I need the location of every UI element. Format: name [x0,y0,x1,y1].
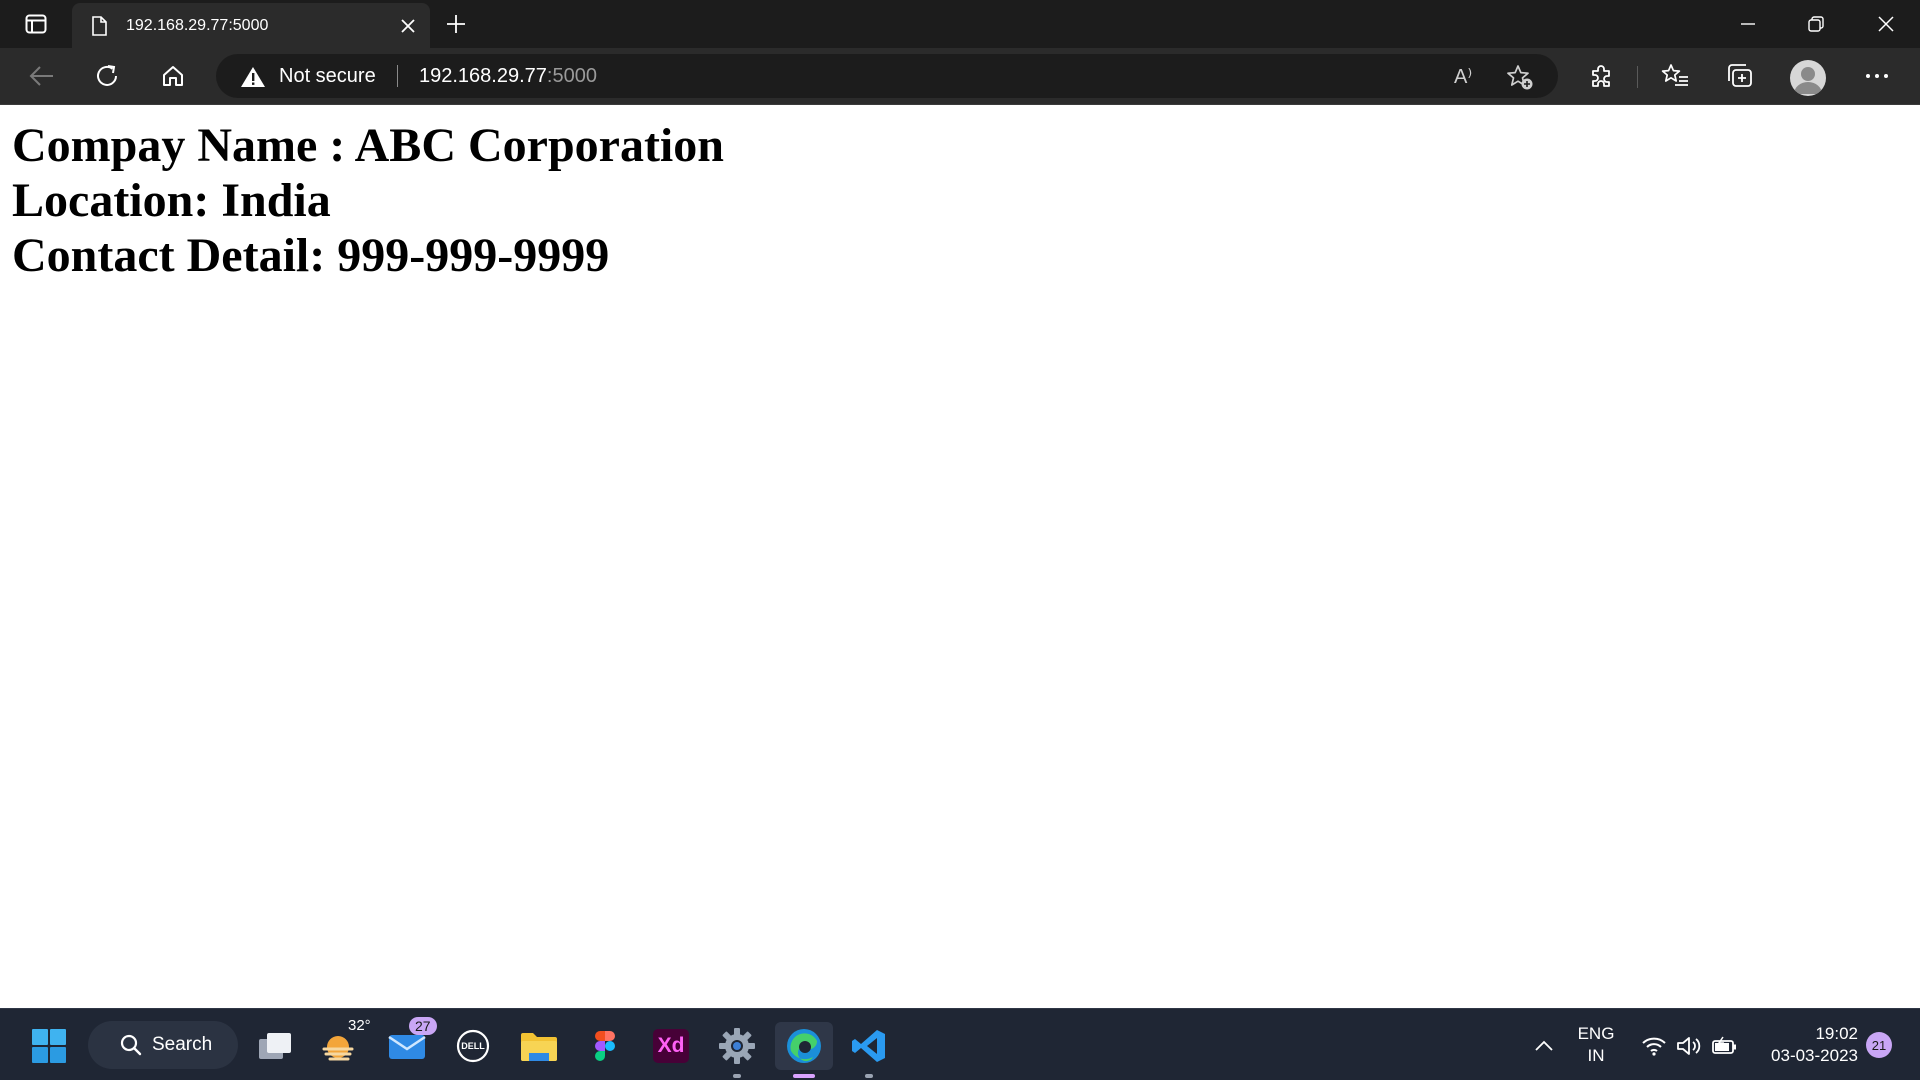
puzzle-piece-icon [1592,65,1610,87]
collections-icon [1728,64,1752,87]
clock-date: 03-03-2023 [1771,1046,1858,1065]
restore-button[interactable] [1782,0,1850,48]
volume-icon [1677,1037,1701,1055]
back-arrow-icon [29,66,53,86]
input-language-button[interactable]: ENG IN [1570,1023,1622,1069]
show-hidden-icons-button[interactable] [1518,1022,1570,1070]
url-port: :5000 [546,65,597,87]
back-button[interactable] [20,56,62,96]
contact-detail-heading: Contact Detail: 999-999-9999 [12,229,610,282]
favorites-list-icon [1661,64,1688,86]
security-status-label[interactable]: Not secure [279,65,376,88]
adobe-xd-button[interactable]: Xd [645,1022,697,1070]
browser-tab-bar: 192.168.29.77:5000 [0,0,1920,48]
wifi-icon [1641,1037,1666,1056]
search-label: Search [152,1034,213,1055]
close-window-button[interactable] [1852,0,1920,48]
clock-button[interactable]: 19:02 03-03-2023 [1752,1023,1860,1069]
profile-avatar-button[interactable] [1790,60,1826,96]
quick-settings-button[interactable] [1636,1023,1744,1069]
url-host: 192.168.29.77 [419,65,547,87]
mail-unread-badge: 27 [409,1017,437,1035]
chevron-up-icon [1535,1040,1553,1051]
collections-button[interactable] [1720,56,1762,96]
add-favorite-star-icon[interactable] [1506,64,1534,97]
address-bar[interactable]: Not secure 192.168.29.77:5000 A⁾ [216,54,1558,98]
language-region: IN [1587,1046,1605,1065]
home-button[interactable] [152,56,194,96]
page-content: Compay Name : ABC Corporation Location: … [12,118,724,283]
close-icon [401,18,415,33]
toolbar-divider [1637,66,1638,88]
edge-browser-button[interactable] [775,1022,833,1078]
address-separator [397,65,398,87]
task-view-icon [259,1033,291,1059]
taskbar: Search 32° 27 DELL Xd ENG IN 19:02 03-03… [0,1008,1920,1080]
start-button[interactable] [23,1022,75,1070]
browser-tab-active[interactable]: 192.168.29.77:5000 [72,3,430,48]
taskbar-search-box[interactable]: Search [88,1021,238,1069]
edge-logo-icon [787,1029,821,1063]
file-explorer-button[interactable] [513,1022,565,1070]
figma-logo-icon [595,1031,615,1061]
windows-logo-icon [32,1029,66,1063]
figma-app-button[interactable] [579,1022,631,1070]
mail-app-button[interactable]: 27 [381,1017,437,1070]
tab-close-button[interactable] [390,8,426,44]
task-view-button[interactable] [250,1022,302,1070]
folder-icon [521,1033,557,1061]
tab-title: 192.168.29.77:5000 [126,16,269,34]
settings-more-button[interactable] [1856,56,1898,96]
dell-app-button[interactable]: DELL [447,1022,499,1070]
minimize-icon [1741,23,1755,25]
language-code: ENG [1577,1024,1615,1043]
active-app-indicator [793,1074,815,1078]
dell-logo-text: DELL [461,1041,485,1051]
favorites-button[interactable] [1654,56,1696,96]
gear-icon [719,1028,755,1064]
tab-actions-icon [25,14,47,34]
new-tab-button[interactable] [438,6,474,42]
refresh-icon [97,65,117,86]
vscode-button[interactable] [843,1022,895,1078]
weather-temperature: 32° [348,1017,371,1034]
settings-app-button[interactable] [711,1022,763,1078]
extensions-button[interactable] [1580,56,1622,96]
clock-time: 19:02 [1815,1024,1858,1043]
plus-icon [447,15,465,33]
page-file-icon [90,15,108,36]
running-indicator [733,1074,741,1078]
location-heading: Location: India [12,174,331,227]
battery-charging-icon [1712,1036,1737,1054]
url-text[interactable]: 192.168.29.77:5000 [419,65,597,88]
close-icon [1878,16,1894,32]
notification-count-badge[interactable]: 21 [1866,1032,1892,1058]
more-dots-icon [1866,74,1888,78]
search-icon [120,1034,142,1056]
running-indicator [865,1074,873,1078]
home-icon [163,66,183,86]
restore-icon [1808,16,1824,32]
refresh-button[interactable] [86,56,128,96]
minimize-button[interactable] [1714,0,1782,48]
vscode-logo-icon [852,1030,885,1062]
company-name-heading: Compay Name : ABC Corporation [12,119,724,172]
profile-icon [1794,67,1822,94]
browser-toolbar: Not secure 192.168.29.77:5000 A⁾ [0,48,1920,105]
tab-actions-menu-button[interactable] [14,10,58,38]
adobe-xd-icon: Xd [653,1029,689,1063]
mail-icon [388,1035,426,1059]
warning-icon[interactable] [240,66,266,93]
weather-widget[interactable]: 32° [314,1017,371,1070]
read-aloud-button[interactable]: A⁾ [1454,64,1472,89]
